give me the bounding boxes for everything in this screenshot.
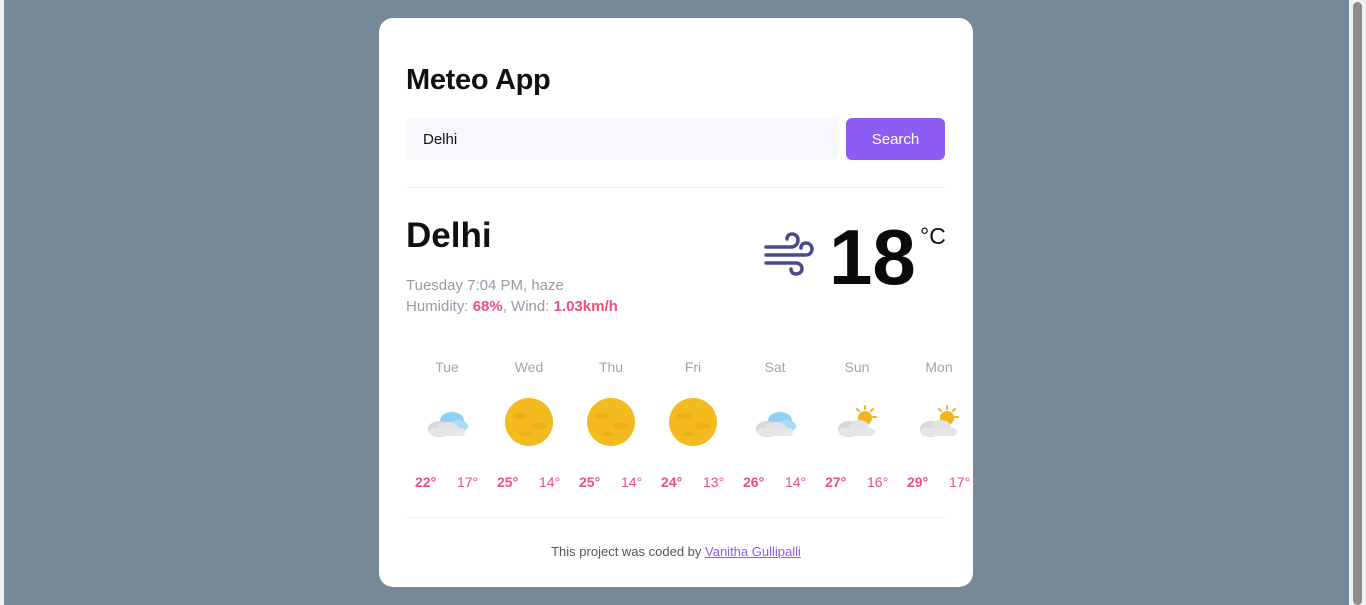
forecast: Tue 22° 17° Wed 25° 14° Thu 25° 14° Fri … bbox=[406, 356, 973, 496]
forecast-min: 14° bbox=[621, 474, 643, 490]
forecast-day: Sun 27° 16° bbox=[816, 356, 898, 496]
city-name: Delhi bbox=[406, 216, 492, 255]
forecast-min: 16° bbox=[867, 474, 889, 490]
temperature-unit: °C bbox=[920, 223, 946, 249]
weather-card: Meteo App Search Delhi Tuesday 7:04 PM, … bbox=[379, 18, 973, 587]
forecast-day-name: Mon bbox=[925, 359, 953, 375]
sun-haze-icon bbox=[587, 398, 635, 446]
forecast-day-name: Tue bbox=[435, 359, 459, 375]
forecast-min: 17° bbox=[457, 474, 479, 490]
scrollbar[interactable] bbox=[1349, 0, 1366, 605]
forecast-min: 14° bbox=[539, 474, 561, 490]
forecast-day-name: Wed bbox=[514, 359, 544, 375]
wind-icon bbox=[764, 232, 814, 276]
forecast-max: 22° bbox=[415, 474, 437, 490]
forecast-min: 17° bbox=[949, 474, 971, 490]
sun-haze-icon bbox=[669, 398, 717, 446]
humidity-wind: Humidity: 68%, Wind: 1.03km/h bbox=[406, 296, 618, 317]
forecast-day: Tue 22° 17° bbox=[406, 356, 488, 496]
search-input[interactable] bbox=[406, 118, 838, 160]
forecast-day: Wed 25° 14° bbox=[488, 356, 570, 496]
author-link[interactable]: Vanitha Gullipalli bbox=[705, 544, 801, 559]
partly-cloudy-icon bbox=[838, 405, 877, 437]
forecast-min: 13° bbox=[703, 474, 725, 490]
window-edge bbox=[0, 0, 4, 605]
weather-details: Tuesday 7:04 PM, haze Humidity: 68%, Win… bbox=[406, 275, 618, 317]
humidity-label: Humidity: bbox=[406, 298, 473, 315]
forecast-day-name: Fri bbox=[684, 359, 702, 375]
app-title: Meteo App bbox=[406, 64, 551, 96]
divider bbox=[406, 187, 945, 188]
scrollbar-thumb[interactable] bbox=[1353, 2, 1362, 605]
search-button[interactable]: Search bbox=[846, 118, 945, 160]
cloudy-icon bbox=[428, 412, 468, 437]
sun-haze-icon bbox=[505, 398, 553, 446]
forecast-day: Fri 24° 13° bbox=[652, 356, 734, 496]
forecast-day-name: Sat bbox=[764, 359, 786, 375]
date-description: Tuesday 7:04 PM, haze bbox=[406, 277, 564, 294]
forecast-day-name: Sun bbox=[844, 359, 870, 375]
search-form: Search bbox=[406, 118, 945, 160]
forecast-min: 14° bbox=[785, 474, 807, 490]
footer-text: This project was coded by bbox=[551, 544, 706, 559]
forecast-day: Mon 29° 17° bbox=[898, 356, 973, 496]
wind-label: , Wind: bbox=[502, 298, 554, 315]
cloudy-icon bbox=[756, 412, 796, 437]
forecast-day-name: Thu bbox=[598, 359, 624, 375]
current-temperature: 18 bbox=[829, 213, 916, 301]
forecast-day: Sat 26° 14° bbox=[734, 356, 816, 496]
humidity-value: 68% bbox=[472, 298, 503, 315]
forecast-max: 29° bbox=[907, 474, 929, 490]
forecast-max: 25° bbox=[497, 474, 519, 490]
forecast-max: 24° bbox=[661, 474, 683, 490]
wind-value: 1.03km/h bbox=[553, 298, 618, 315]
divider bbox=[406, 517, 945, 518]
forecast-max: 25° bbox=[579, 474, 601, 490]
partly-cloudy-icon bbox=[920, 405, 959, 437]
forecast-max: 26° bbox=[743, 474, 765, 490]
forecast-day: Thu 25° 14° bbox=[570, 356, 652, 496]
forecast-max: 27° bbox=[825, 474, 847, 490]
footer: This project was coded by Vanitha Gullip… bbox=[379, 544, 973, 559]
